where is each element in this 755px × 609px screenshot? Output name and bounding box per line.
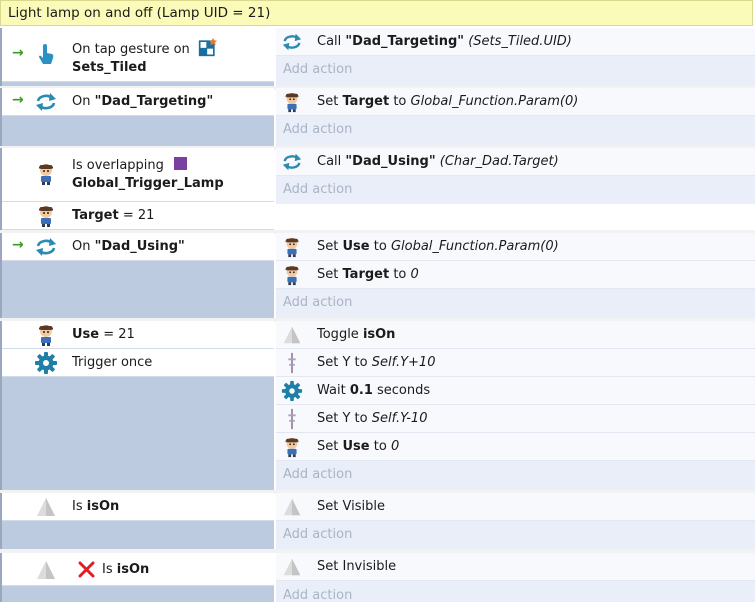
lamp-icon xyxy=(34,495,58,519)
condition-text: Is overlapping Global_Trigger_Lamp xyxy=(72,157,224,191)
dad-sprite-icon xyxy=(281,236,303,258)
trigger-arrow-icon: → xyxy=(12,92,24,108)
event-block[interactable]: → On "Dad_Targeting" Set Target to Globa… xyxy=(0,88,755,146)
action-row[interactable]: Set Use to Global_Function.Param(0) xyxy=(276,233,755,261)
condition-text: On "Dad_Using" xyxy=(72,239,185,254)
add-action-link[interactable]: Add action xyxy=(276,522,755,548)
function-icon xyxy=(34,235,58,259)
condition-row[interactable]: → On "Dad_Targeting" xyxy=(2,88,274,116)
action-row[interactable]: Set Visible xyxy=(276,493,755,521)
add-action-link[interactable]: Add action xyxy=(276,117,755,143)
trigger-arrow-icon: → xyxy=(12,45,24,61)
tiled-sprite-icon xyxy=(198,37,218,57)
action-text: Set Target to 0 xyxy=(317,267,419,282)
action-text: Set Y to Self.Y-10 xyxy=(317,411,428,426)
gear-icon xyxy=(34,351,58,375)
condition-row[interactable]: Is isOn xyxy=(2,553,274,586)
condition-row[interactable]: Is overlapping Global_Trigger_Lamp xyxy=(2,148,274,202)
dad-sprite-icon xyxy=(34,323,58,347)
action-row[interactable]: Set Target to Global_Function.Param(0) xyxy=(276,88,755,116)
gear-icon xyxy=(281,380,303,402)
action-text: Set Target to Global_Function.Param(0) xyxy=(317,94,579,109)
dad-sprite-icon xyxy=(281,264,303,286)
condition-text: Is isOn xyxy=(102,562,150,577)
action-text: Set Use to 0 xyxy=(317,439,400,454)
condition-row[interactable]: Use = 21 xyxy=(2,321,274,349)
object-name: Sets_Tiled xyxy=(72,60,147,75)
action-row[interactable]: Wait 0.1 seconds xyxy=(276,377,755,405)
action-text: Call "Dad_Targeting" (Sets_Tiled.UID) xyxy=(317,34,572,49)
event-block[interactable]: Is isOn Set Invisible Add action xyxy=(0,553,755,603)
group-title: Light lamp on and off (Lamp UID = 21) xyxy=(8,5,271,21)
action-text: Set Use to Global_Function.Param(0) xyxy=(317,239,559,254)
dad-sprite-icon xyxy=(34,204,58,228)
red-x-icon xyxy=(78,561,95,578)
add-action-link[interactable]: Add action xyxy=(276,583,755,609)
add-action-link[interactable]: Add action xyxy=(276,462,755,488)
lamp-icon xyxy=(281,324,303,346)
condition-text: Trigger once xyxy=(72,355,153,370)
action-row[interactable]: Set Y to Self.Y+10 xyxy=(276,349,755,377)
action-text: Set Invisible xyxy=(317,559,397,574)
lamp-icon xyxy=(34,558,58,582)
action-text: Set Y to Self.Y+10 xyxy=(317,355,436,370)
condition-text: On tap gesture on Sets_Tiled xyxy=(72,37,218,77)
function-icon xyxy=(34,90,58,114)
condition-row[interactable]: Is isOn xyxy=(2,493,274,521)
dad-sprite-icon xyxy=(281,91,303,113)
function-icon xyxy=(281,151,303,173)
add-action-link[interactable]: Add action xyxy=(276,290,755,316)
action-row[interactable]: Set Invisible xyxy=(276,553,755,581)
event-block[interactable]: → On "Dad_Using" Set Use to Global_Funct… xyxy=(0,233,755,318)
condition-text: Target = 21 xyxy=(72,208,155,223)
lamp-pole-icon xyxy=(281,352,303,374)
action-row[interactable]: Call "Dad_Targeting" (Sets_Tiled.UID) xyxy=(276,28,755,56)
lamp-icon xyxy=(281,556,303,578)
action-text: Call "Dad_Using" (Char_Dad.Target) xyxy=(317,154,559,169)
condition-text: Use = 21 xyxy=(72,327,135,342)
action-text: Set Visible xyxy=(317,499,385,514)
event-block[interactable]: Use = 21 Trigger once Toggle isOn Set Y … xyxy=(0,321,755,490)
dad-sprite-icon xyxy=(281,436,303,458)
event-block[interactable]: Is overlapping Global_Trigger_Lamp Targe… xyxy=(0,148,755,230)
purple-square-icon xyxy=(174,157,188,170)
lamp-pole-icon xyxy=(281,408,303,430)
action-row[interactable]: Toggle isOn xyxy=(276,321,755,349)
action-row[interactable]: Set Target to 0 xyxy=(276,261,755,289)
object-name: Global_Trigger_Lamp xyxy=(72,176,224,191)
trigger-arrow-icon: → xyxy=(12,237,24,253)
action-row[interactable]: Set Y to Self.Y-10 xyxy=(276,405,755,433)
condition-row[interactable]: → On tap gesture on Sets_Tiled xyxy=(2,28,274,82)
action-text: Toggle isOn xyxy=(317,327,396,342)
touch-icon xyxy=(34,42,58,66)
lamp-icon xyxy=(281,496,303,518)
group-header[interactable]: Light lamp on and off (Lamp UID = 21) xyxy=(0,0,753,26)
condition-row[interactable]: → On "Dad_Using" xyxy=(2,233,274,261)
action-row[interactable]: Set Use to 0 xyxy=(276,433,755,461)
condition-text: On "Dad_Targeting" xyxy=(72,94,214,109)
condition-row[interactable]: Target = 21 xyxy=(2,202,274,230)
function-icon xyxy=(281,31,303,53)
action-text: Wait 0.1 seconds xyxy=(317,383,431,398)
add-action-link[interactable]: Add action xyxy=(276,177,755,203)
add-action-link[interactable]: Add action xyxy=(276,57,755,83)
dad-sprite-icon xyxy=(34,162,58,186)
action-row[interactable]: Call "Dad_Using" (Char_Dad.Target) xyxy=(276,148,755,176)
event-block[interactable]: → On tap gesture on Sets_Tiled Call "Dad… xyxy=(0,28,755,86)
condition-text: Is isOn xyxy=(72,499,120,514)
event-block[interactable]: Is isOn Set Visible Add action xyxy=(0,493,755,549)
condition-row[interactable]: Trigger once xyxy=(2,349,274,377)
